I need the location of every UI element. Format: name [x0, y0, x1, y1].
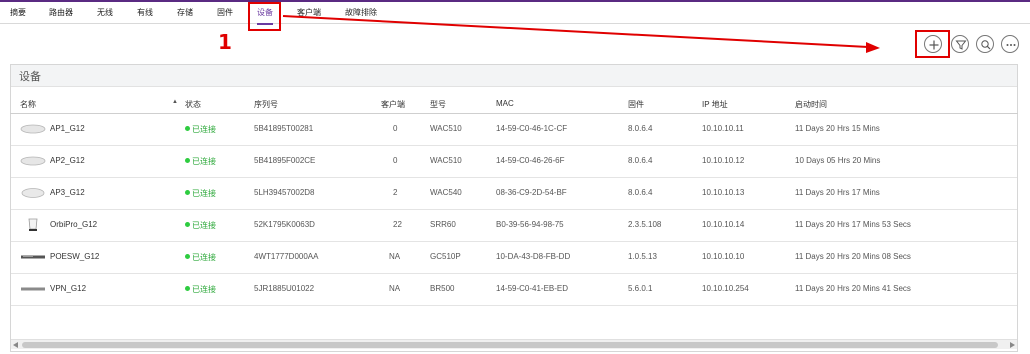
column-header-uptime[interactable]: 启动时间: [795, 99, 827, 110]
device-model: WAC510: [430, 156, 462, 165]
device-ip: 10.10.10.254: [702, 284, 749, 293]
column-header-status[interactable]: 状态: [185, 99, 201, 110]
device-name[interactable]: POESW_G12: [50, 252, 99, 261]
device-uptime: 11 Days 20 Hrs 17 Mins 53 Secs: [795, 220, 911, 229]
column-header-model[interactable]: 型号: [430, 99, 446, 110]
search-button[interactable]: [976, 35, 994, 53]
device-clients: NA: [389, 252, 401, 261]
device-mac: 14-59-C0-46-1C-CF: [496, 124, 568, 133]
device-ip: 10.10.10.10: [702, 252, 745, 261]
device-uptime: 10 Days 05 Hrs 20 Mins: [795, 156, 881, 165]
device-serial: 5B41895T00281: [254, 124, 314, 133]
search-icon: [981, 40, 991, 50]
device-status: 已连接: [192, 221, 216, 230]
switch-icon: [21, 255, 45, 259]
device-model: WAC540: [430, 188, 462, 197]
table-row[interactable]: OrbiPro_G12 已连接 52K1795K0063D 22 SRR60 B…: [11, 210, 1017, 242]
device-clients: 0: [393, 156, 398, 165]
device-ip: 10.10.10.13: [702, 188, 745, 197]
status-dot: [185, 126, 190, 131]
device-serial: 4WT1777D000AA: [254, 252, 319, 261]
device-ip: 10.10.10.14: [702, 220, 745, 229]
device-uptime: 11 Days 20 Hrs 17 Mins: [795, 188, 880, 197]
device-clients: 2: [393, 188, 398, 197]
device-mac: B0-39-56-94-98-75: [496, 220, 564, 229]
device-serial: 5B41895F002CE: [254, 156, 316, 165]
device-clients: 0: [393, 124, 398, 133]
status-dot: [185, 222, 190, 227]
device-name[interactable]: VPN_G12: [50, 284, 86, 293]
horizontal-scrollbar[interactable]: [11, 339, 1017, 349]
device-model: BR500: [430, 284, 455, 293]
add-device-button[interactable]: [924, 35, 942, 53]
device-clients: 22: [393, 220, 402, 229]
device-model: WAC510: [430, 124, 462, 133]
device-mac: 14-59-C0-46-26-6F: [496, 156, 565, 165]
device-mac: 10-DA-43-D8-FB-DD: [496, 252, 571, 261]
orbi-router-icon: [28, 218, 38, 231]
device-ip: 10.10.10.12: [702, 156, 745, 165]
panel-header: 设备: [11, 65, 1017, 87]
column-header-name[interactable]: 名称: [20, 99, 36, 110]
device-name[interactable]: AP1_G12: [50, 124, 85, 133]
scrollbar-thumb[interactable]: [22, 342, 998, 348]
more-icon: [1006, 44, 1016, 46]
column-header-mac[interactable]: MAC: [496, 99, 514, 108]
table-row[interactable]: POESW_G12 已连接 4WT1777D000AA NA GC510P 10…: [11, 242, 1017, 274]
add-icon: [929, 40, 939, 50]
table-row[interactable]: AP2_G12 已连接 5B41895F002CE 0 WAC510 14-59…: [11, 146, 1017, 178]
device-clients: NA: [389, 284, 401, 293]
device-firmware: 8.0.6.4: [628, 188, 653, 197]
device-name[interactable]: OrbiPro_G12: [50, 220, 97, 229]
column-header-ip[interactable]: IP 地址: [702, 99, 728, 110]
device-name[interactable]: AP2_G12: [50, 156, 85, 165]
scroll-left-arrow-icon[interactable]: [13, 342, 18, 348]
device-status: 已连接: [192, 253, 216, 262]
device-status: 已连接: [192, 125, 216, 134]
column-header-firmware[interactable]: 固件: [628, 99, 644, 110]
device-model: GC510P: [430, 252, 461, 261]
device-serial: 5JR1885U01022: [254, 284, 315, 293]
filter-icon: [955, 40, 967, 50]
scroll-right-arrow-icon[interactable]: [1010, 342, 1015, 348]
device-model: SRR60: [430, 220, 456, 229]
column-header-serial[interactable]: 序列号: [254, 99, 278, 110]
device-serial: 5LH39457002D8: [254, 188, 315, 197]
more-options-button[interactable]: [1001, 35, 1019, 53]
access-point-icon: [21, 188, 45, 198]
device-serial: 52K1795K0063D: [254, 220, 315, 229]
device-firmware: 2.3.5.108: [628, 220, 662, 229]
panel-title: 设备: [19, 71, 41, 83]
status-dot: [185, 158, 190, 163]
device-uptime: 11 Days 20 Hrs 20 Mins 41 Secs: [795, 284, 911, 293]
filter-button[interactable]: [951, 35, 969, 53]
device-firmware: 8.0.6.4: [628, 156, 653, 165]
status-dot: [185, 286, 190, 291]
device-uptime: 11 Days 20 Hrs 20 Mins 08 Secs: [795, 252, 911, 261]
device-ip: 10.10.10.11: [702, 124, 744, 133]
table-row[interactable]: AP1_G12 已连接 5B41895T00281 0 WAC510 14-59…: [11, 114, 1017, 146]
device-status: 已连接: [192, 157, 216, 166]
table-row[interactable]: AP3_G12 已连接 5LH39457002D8 2 WAC540 08-36…: [11, 178, 1017, 210]
access-point-icon: [20, 156, 46, 166]
device-mac: 08-36-C9-2D-54-BF: [496, 188, 567, 197]
column-header-clients[interactable]: 客户端: [381, 99, 405, 110]
device-mac: 14-59-C0-41-EB-ED: [496, 284, 569, 293]
device-uptime: 11 Days 20 Hrs 15 Mins: [795, 124, 880, 133]
table-row[interactable]: VPN_G12 已连接 5JR1885U01022 NA BR500 14-59…: [11, 274, 1017, 306]
vpn-router-icon: [21, 287, 45, 291]
status-dot: [185, 254, 190, 259]
device-status: 已连接: [192, 189, 216, 198]
device-firmware: 1.0.5.13: [628, 252, 657, 261]
device-firmware: 5.6.0.1: [628, 284, 653, 293]
access-point-icon: [20, 124, 46, 134]
status-dot: [185, 190, 190, 195]
device-status: 已连接: [192, 285, 216, 294]
sort-ascending-icon[interactable]: ▲: [172, 99, 178, 105]
device-name[interactable]: AP3_G12: [50, 188, 85, 197]
device-firmware: 8.0.6.4: [628, 124, 653, 133]
